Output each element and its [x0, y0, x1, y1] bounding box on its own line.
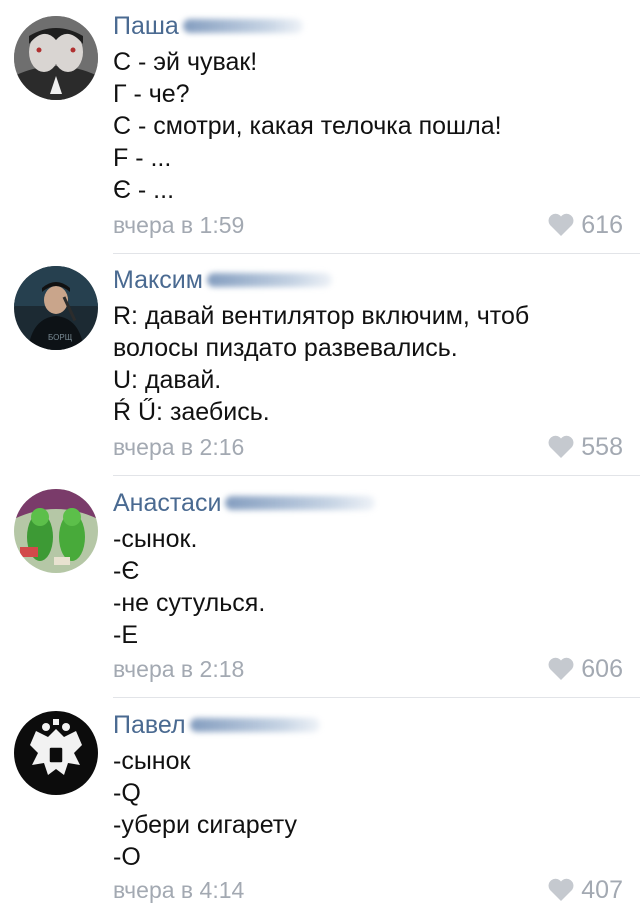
- comment-line: F - ...: [113, 144, 172, 172]
- comment-line: -Q: [113, 779, 141, 807]
- heart-icon: [548, 213, 574, 236]
- comment-line: U: давай.: [113, 366, 222, 394]
- comment-text: -сынок -Q -убери сигарету -О: [113, 745, 297, 873]
- author-name[interactable]: Максим: [113, 263, 203, 297]
- divider: [113, 253, 640, 254]
- green-figures-icon: [14, 489, 98, 573]
- comment-line: -сынок: [113, 747, 191, 775]
- comment-text: R: давай вентилятор включим, чтоб волосы…: [113, 300, 529, 428]
- divider: [113, 475, 640, 476]
- comment-line: Ŕ Ű: заебись.: [113, 398, 270, 426]
- comment-line: R: давай вентилятор включим, чтоб: [113, 302, 530, 330]
- like-count: 616: [581, 211, 623, 239]
- svg-text:БОРЩ: БОРЩ: [48, 333, 73, 342]
- like-button[interactable]: 606: [547, 654, 623, 684]
- avatar[interactable]: БОРЩ: [14, 266, 98, 350]
- author-row: Максим: [113, 262, 332, 298]
- double-eagle-emblem-icon: [14, 711, 98, 795]
- author-surname-blur: [182, 19, 303, 33]
- comment-text: С - эй чувак! Г - че? С - смотри, какая …: [113, 46, 502, 206]
- heart-icon: [548, 435, 574, 458]
- author-surname-blur: [206, 273, 332, 287]
- author-row: Паша: [113, 8, 303, 44]
- comment-timestamp: вчера в 1:59: [113, 212, 245, 238]
- comment-line: -убери сигарету: [113, 811, 298, 839]
- comment-line: -О: [113, 843, 141, 871]
- author-row: Павел: [113, 707, 320, 743]
- divider: [113, 697, 640, 698]
- like-button[interactable]: 616: [547, 210, 623, 240]
- author-row: Анастаси: [113, 485, 376, 521]
- comment-line: С - эй чувак!: [113, 48, 258, 76]
- singer-photo-icon: БОРЩ: [14, 266, 98, 350]
- avatar[interactable]: [14, 16, 98, 100]
- comment-timestamp: вчера в 2:16: [113, 434, 245, 460]
- comment-line: Є - ...: [113, 176, 175, 204]
- author-name[interactable]: Павел: [113, 708, 186, 742]
- author-surname-blur: [189, 718, 320, 732]
- like-button[interactable]: 407: [547, 875, 623, 905]
- comment-timestamp: вчера в 2:18: [113, 656, 245, 682]
- comment-line: С - смотри, какая телочка пошла!: [113, 112, 502, 140]
- comment-line: Г - че?: [113, 80, 190, 108]
- like-button[interactable]: 558: [547, 432, 623, 462]
- heart-icon: [548, 657, 574, 680]
- comment-line: -Є: [113, 557, 140, 585]
- author-name[interactable]: Анастаси: [113, 486, 221, 520]
- comment-line: -сынок.: [113, 525, 198, 553]
- author-surname-blur: [225, 496, 376, 510]
- comment-line: -не сутулься.: [113, 589, 266, 617]
- like-count: 558: [581, 433, 623, 461]
- mirrored-face-icon: [14, 16, 98, 100]
- like-count: 606: [581, 655, 623, 683]
- comment-timestamp: вчера в 4:14: [113, 877, 245, 903]
- comment-text: -сынок. -Є -не сутулься. -Е: [113, 523, 265, 651]
- avatar[interactable]: [14, 711, 98, 795]
- like-count: 407: [581, 876, 623, 904]
- comment-line: -Е: [113, 621, 138, 649]
- author-name[interactable]: Паша: [113, 9, 179, 43]
- comment-line: волосы пиздато развевались.: [113, 334, 458, 362]
- avatar[interactable]: [14, 489, 98, 573]
- heart-icon: [548, 878, 574, 901]
